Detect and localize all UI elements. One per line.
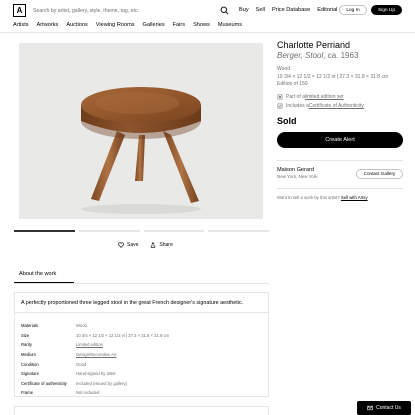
artwork-image[interactable] — [19, 43, 263, 219]
share-label: Share — [159, 242, 173, 248]
artwork-sidebar: Charlotte Perriand Berger, Stool, ca. 19… — [277, 40, 403, 200]
nav-viewing-rooms[interactable]: Viewing Rooms — [96, 22, 135, 28]
detail-key: Certificate of authenticity — [21, 380, 67, 386]
limited-edition-link[interactable]: limited edition set — [305, 94, 344, 100]
artwork-date: , ca. 1963 — [323, 51, 359, 60]
artwork-meta: Wood 10 3/4 × 12 1/2 × 12 1/2 in | 27.3 … — [277, 66, 403, 89]
sold-status: Sold — [277, 115, 297, 126]
detail-row-signature: Signature Hand-signed by artist — [21, 369, 261, 379]
certificate-icon — [277, 103, 283, 109]
detail-row-medium: Medium Design/Decorative Art — [21, 350, 261, 360]
sell-with-artsy-link[interactable]: Sell with Artsy — [341, 195, 368, 200]
detail-value: Included (issued by gallery) — [76, 380, 127, 386]
detail-row-condition: Condition Good — [21, 359, 261, 369]
nav-divider — [0, 32, 415, 33]
nav-shows[interactable]: Shows — [193, 22, 210, 28]
top-links: Buy Sell Price Database Editorial — [239, 7, 337, 13]
nav-auctions[interactable]: Auctions — [66, 22, 87, 28]
nav-fairs[interactable]: Fairs — [173, 22, 185, 28]
feature-limited-edition: Part of a limited edition set — [277, 92, 403, 102]
mail-icon — [367, 405, 373, 411]
detail-row-certificate: Certificate of authenticity Included (is… — [21, 379, 261, 389]
buy-link[interactable]: Buy — [239, 7, 249, 13]
feature-prefix: Includes a — [286, 103, 309, 110]
tab-about-the-work[interactable]: About the work — [19, 271, 56, 277]
artwork-edition: Edition of 150 — [277, 81, 308, 88]
carousel-dot[interactable] — [143, 230, 205, 232]
signup-button[interactable]: Sign Up — [371, 5, 402, 15]
detail-key: Medium — [21, 352, 36, 358]
editorial-link[interactable]: Editorial — [317, 7, 337, 13]
medium-link[interactable]: Design/Decorative Art — [76, 352, 117, 357]
artsy-logo[interactable]: A — [13, 4, 26, 17]
carousel-dot[interactable] — [208, 230, 269, 232]
edition-icon — [277, 94, 283, 99]
details-list: Materials Wood Size 10 3/4 × 12 1/2 × 12… — [21, 321, 261, 398]
detail-row-size: Size 10 3/4 × 12 1/2 × 12 1/2 in | 27.3 … — [21, 331, 261, 341]
tab-divider — [14, 283, 269, 284]
certificate-link[interactable]: Certificate of Authenticity — [309, 103, 364, 109]
sell-link[interactable]: Sell — [256, 7, 265, 13]
price-database-link[interactable]: Price Database — [272, 7, 310, 13]
share-icon — [151, 242, 156, 248]
artwork-actions: Save Share — [118, 242, 173, 248]
feature-prefix: Part of a — [286, 93, 305, 100]
nav-artists[interactable]: Artists — [13, 22, 29, 28]
share-button[interactable]: Share — [150, 242, 173, 248]
detail-value: Good — [76, 361, 87, 367]
heart-icon — [118, 242, 124, 248]
artwork-description: A perfectly proportioned three legged st… — [21, 300, 244, 306]
artwork-title-text: Berger, Stool — [277, 51, 324, 60]
search-input[interactable]: Search by artist, gallery, style, theme,… — [33, 4, 231, 17]
artwork-title: Berger, Stool, ca. 1963 — [277, 50, 403, 61]
login-button[interactable]: Log In — [339, 5, 367, 15]
search-placeholder: Search by artist, gallery, style, theme,… — [33, 7, 140, 14]
save-label: Save — [127, 242, 139, 248]
next-section-card — [14, 406, 269, 415]
carousel-dot-active[interactable] — [14, 230, 75, 232]
rarity-link[interactable]: Limited edition — [76, 342, 103, 347]
detail-key: Condition — [21, 361, 39, 367]
save-button[interactable]: Save — [118, 242, 138, 248]
artwork-material: Wood — [277, 66, 290, 72]
contact-us-label: Contact Us — [376, 405, 401, 411]
detail-value: Hand-signed by artist — [76, 371, 116, 377]
tab-bar: About the work — [14, 265, 269, 284]
detail-value: Wood — [76, 323, 87, 329]
main-nav: Artists Artworks Auctions Viewing Rooms … — [13, 22, 242, 28]
carousel-dot[interactable] — [78, 230, 140, 232]
nav-artworks[interactable]: Artworks — [37, 22, 59, 28]
nav-museums[interactable]: Museums — [218, 22, 242, 28]
image-carousel-indicator[interactable] — [14, 230, 269, 232]
stool-image — [81, 87, 201, 214]
contact-gallery-button[interactable]: Contact Gallery — [356, 168, 403, 179]
detail-key: Signature — [21, 371, 39, 377]
gallery-section: Maison Gerard New York, New York Contact… — [277, 159, 403, 180]
detail-row-materials: Materials Wood — [21, 321, 261, 331]
top-bar: A Search by artist, gallery, style, them… — [0, 0, 415, 21]
detail-value: Not included — [76, 390, 100, 396]
artist-name[interactable]: Charlotte Perriand — [277, 40, 403, 50]
detail-key: Size — [21, 332, 30, 338]
search-icon[interactable] — [220, 6, 229, 15]
sell-with-artsy-note: Want to sell a work by this artist? Sell… — [277, 187, 403, 200]
detail-key: Materials — [21, 323, 38, 329]
artwork-size: 10 3/4 × 12 1/2 × 12 1/2 in | 27.3 × 31.… — [277, 73, 389, 80]
details-divider — [15, 312, 268, 313]
detail-key: Frame — [21, 390, 34, 396]
detail-row-rarity: Rarity Limited edition — [21, 340, 261, 350]
feature-certificate: Includes a Certificate of Authenticity — [277, 101, 403, 111]
sell-prefix: Want to sell a work by this artist? — [277, 194, 341, 200]
artwork-details-card: A perfectly proportioned three legged st… — [14, 292, 269, 397]
nav-galleries[interactable]: Galleries — [143, 22, 165, 28]
detail-value: 10 3/4 × 12 1/2 × 12 1/2 in | 27.3 × 31.… — [76, 332, 170, 338]
detail-row-frame: Frame Not included — [21, 388, 261, 398]
contact-us-button[interactable]: Contact Us — [357, 401, 411, 415]
create-alert-button[interactable]: Create Alert — [277, 131, 403, 148]
detail-key: Rarity — [21, 342, 32, 348]
